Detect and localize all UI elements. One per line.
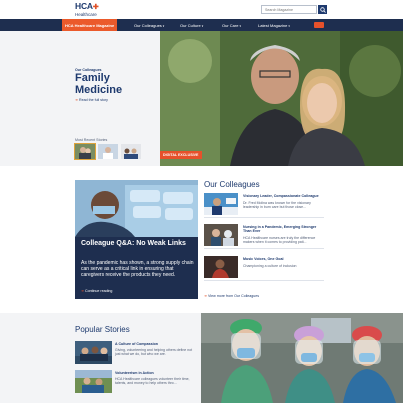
search-icon xyxy=(319,6,326,13)
story-summary: HCA Healthcare nurses are truly the diff… xyxy=(243,236,316,245)
plus-icon: ✚ xyxy=(92,4,99,11)
story-title[interactable]: Music Voices, One Goal xyxy=(243,257,325,261)
story-thumbnail[interactable] xyxy=(75,341,112,364)
nav-item-colleagues[interactable]: Our Colleagues▾ xyxy=(134,23,164,28)
story-summary: Giving, volunteering and helping others … xyxy=(115,348,193,357)
search-input[interactable] xyxy=(261,5,317,14)
recent-story-thumb[interactable] xyxy=(74,143,96,160)
hca-logo[interactable]: HCA✚ Healthcare xyxy=(75,1,109,18)
story-thumbnail[interactable] xyxy=(204,224,238,246)
story-title[interactable]: Visionary Leader, Compassionate Colleagu… xyxy=(243,194,325,198)
story-title[interactable]: Nursing in a Pandemic, Emerging Stronger… xyxy=(243,225,325,234)
recent-story-thumb[interactable] xyxy=(98,144,118,159)
our-colleagues-heading: Our Colleagues xyxy=(204,180,260,189)
story-summary: Dr. Fred Molina was known for the vision… xyxy=(243,201,311,210)
feature-text: As the pandemic has shown, a strong supp… xyxy=(81,260,194,278)
logo-subtext: Healthcare xyxy=(75,12,97,17)
search-button[interactable] xyxy=(318,5,327,14)
chevron-down-icon: ▾ xyxy=(288,23,290,28)
message-icon[interactable] xyxy=(314,22,324,28)
chevron-down-icon: ▾ xyxy=(239,23,241,28)
continue-reading-link[interactable]: ➜ Continue reading xyxy=(81,289,112,293)
feature-title[interactable]: Colleague Q&A: No Weak Links xyxy=(81,240,196,248)
story-title[interactable]: A Culture of Compassion xyxy=(115,342,158,346)
main-nav: HCA Healthcare Magazine Our Colleagues▾ … xyxy=(0,19,403,31)
chevron-down-icon: ▾ xyxy=(201,23,204,28)
hero-read-link[interactable]: ➜ Read the full story xyxy=(75,98,108,102)
story-thumbnail[interactable] xyxy=(204,193,238,215)
story-summary: HCA Healthcare colleagues volunteer thei… xyxy=(115,377,190,386)
top-bar: HCA✚ Healthcare xyxy=(0,0,403,19)
story-title[interactable]: Volunteerism in Action xyxy=(115,371,154,375)
recent-stories-label: Most Recent Stories xyxy=(75,138,108,142)
popular-stories-heading: Popular Stories xyxy=(75,325,130,334)
digital-exclusive-badge: DIGITAL EXCLUSIVE xyxy=(160,151,202,159)
chevron-down-icon: ▾ xyxy=(162,23,165,28)
nav-item-latest-magazine[interactable]: Latest Magazine▾ xyxy=(258,23,290,28)
logo-text: HCA xyxy=(75,1,93,11)
view-more-colleagues-link[interactable]: ➜ View more from Our Colleagues xyxy=(204,294,259,298)
nav-item-magazine[interactable]: HCA Healthcare Magazine xyxy=(62,19,118,31)
recent-story-thumb[interactable] xyxy=(121,144,141,159)
story-thumbnail[interactable] xyxy=(204,256,238,278)
list-item[interactable]: Nursing in a Pandemic, Emerging Stronger… xyxy=(204,224,324,249)
nurses-photo[interactable] xyxy=(201,313,403,403)
nav-item-care[interactable]: Our Care▾ xyxy=(222,23,241,28)
hero-title[interactable]: Family Medicine xyxy=(75,72,155,96)
story-summary: Championing a culture of inclusion xyxy=(243,264,297,268)
story-thumbnail[interactable] xyxy=(75,370,112,393)
list-item[interactable]: Music Voices, One Goal Championing a cul… xyxy=(204,256,324,281)
hero-photo[interactable] xyxy=(160,31,403,166)
list-item[interactable]: Visionary Leader, Compassionate Colleagu… xyxy=(204,193,324,218)
nav-item-culture[interactable]: Our Culture▾ xyxy=(180,23,203,28)
